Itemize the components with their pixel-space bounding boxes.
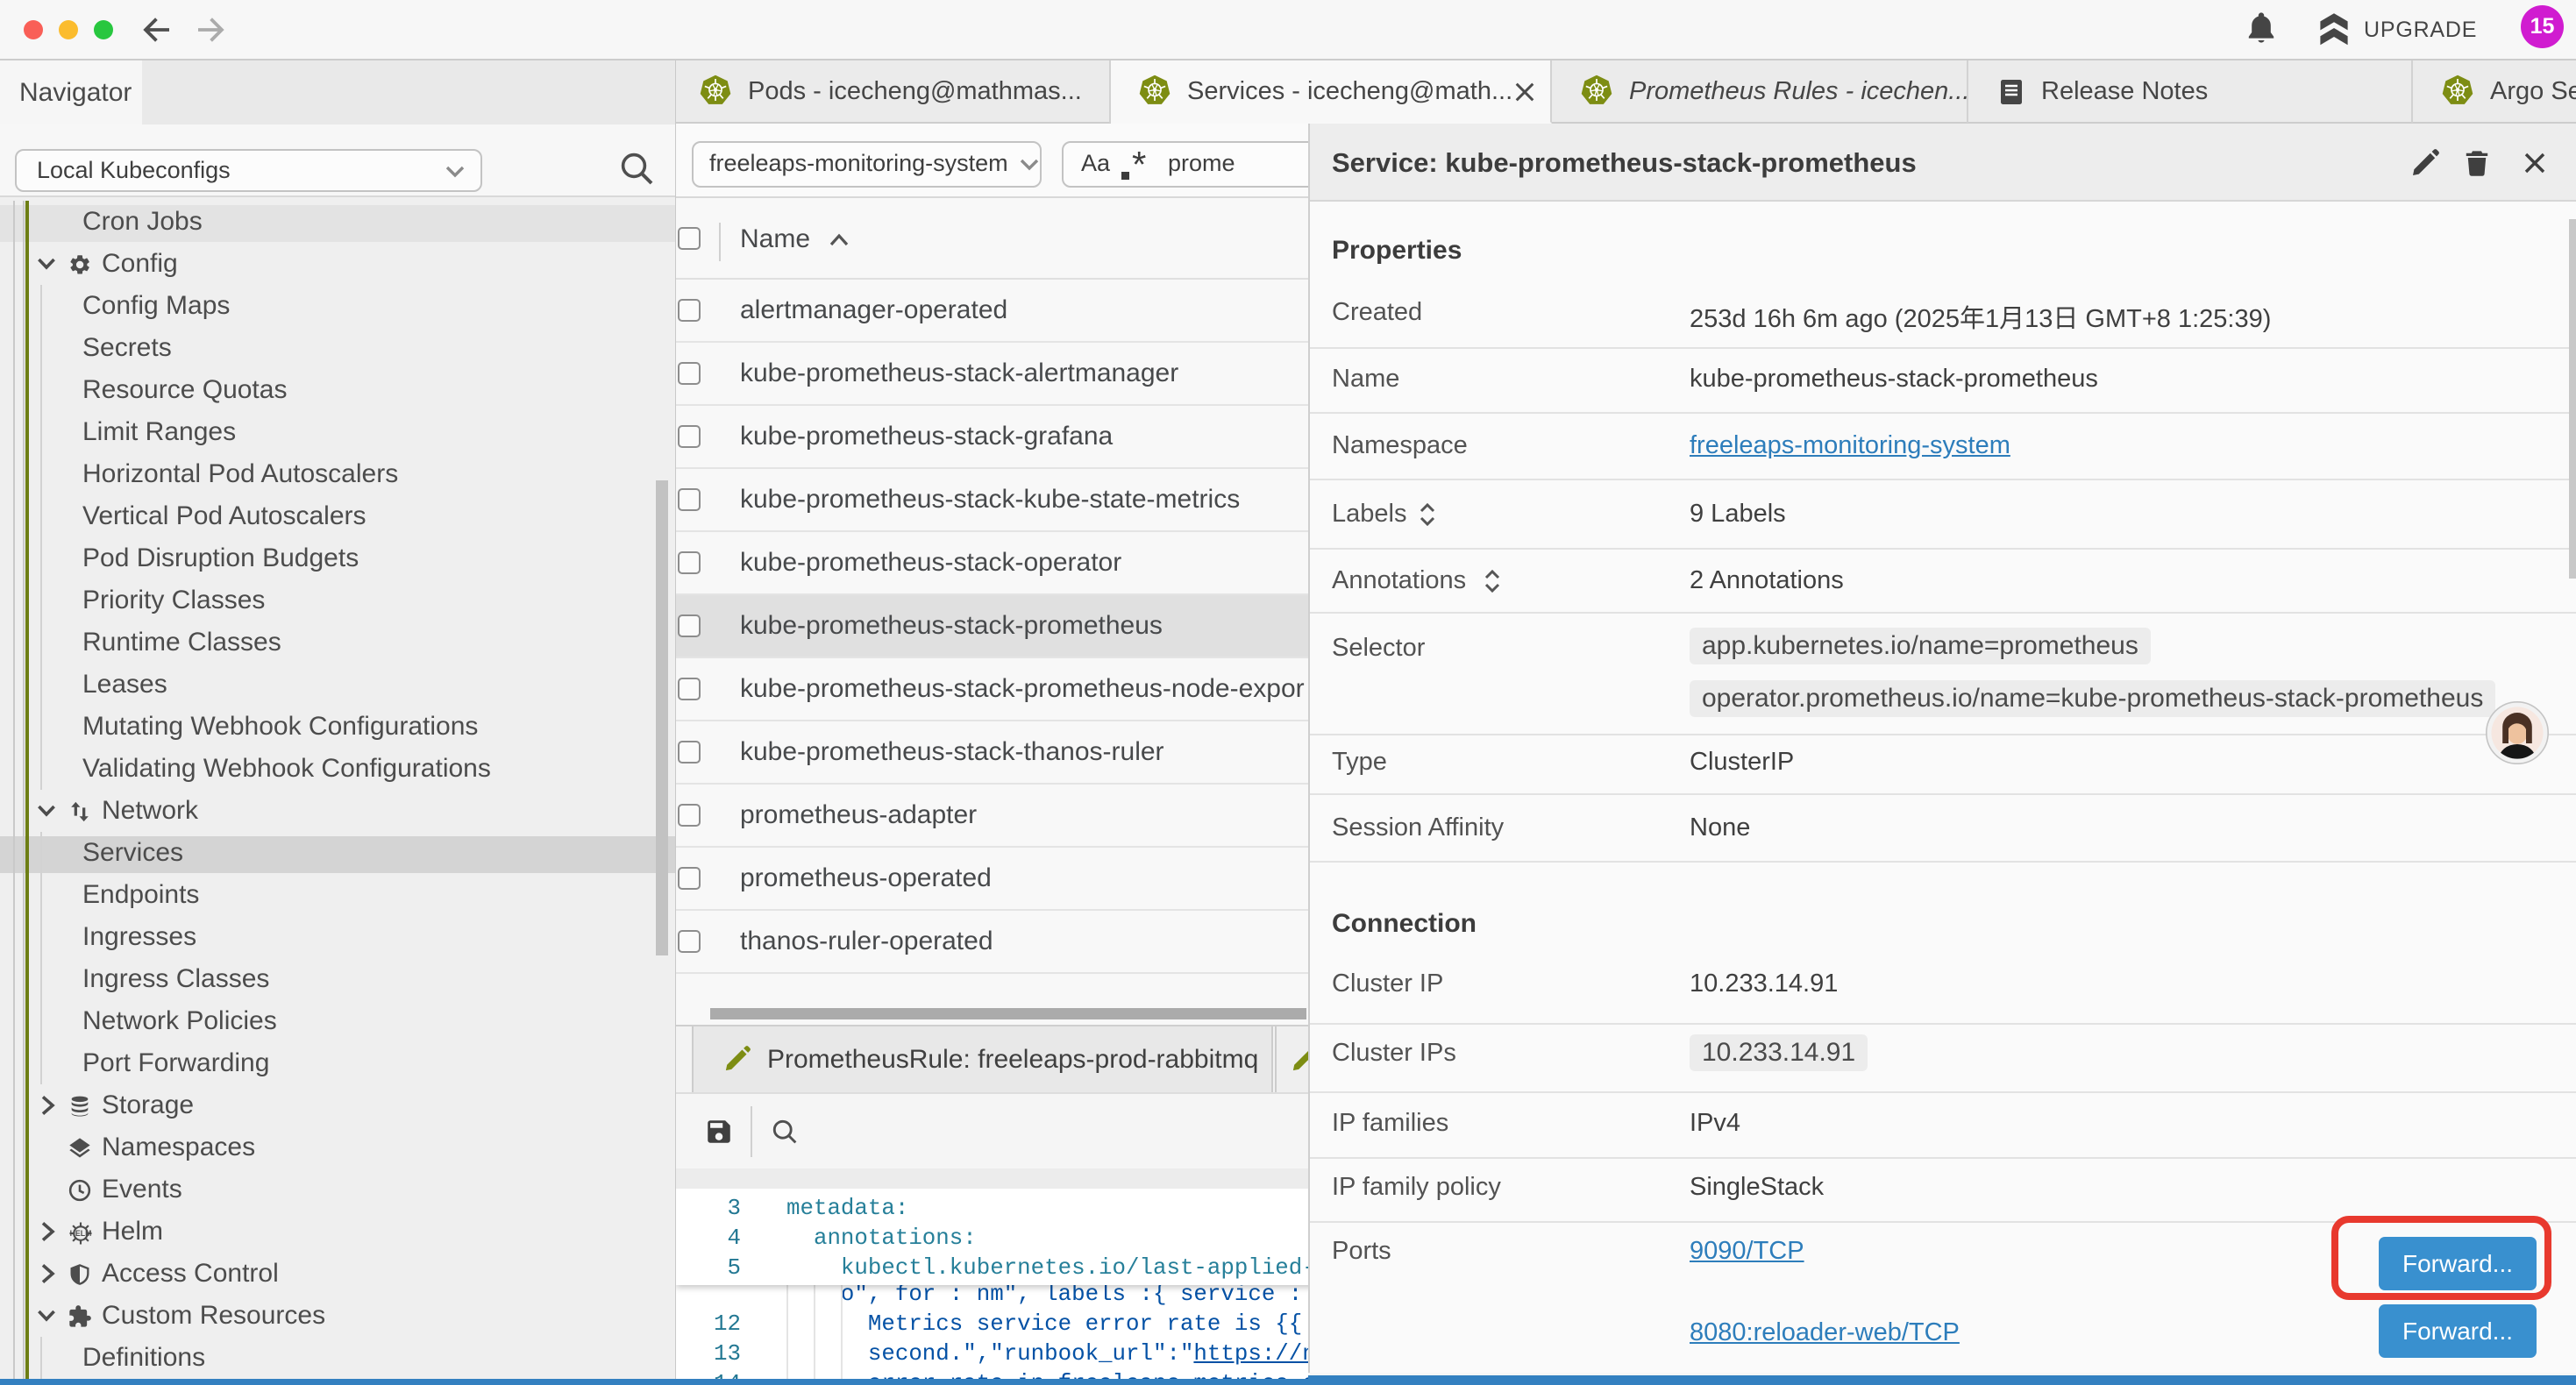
svg-text:HELM: HELM — [70, 1229, 92, 1238]
